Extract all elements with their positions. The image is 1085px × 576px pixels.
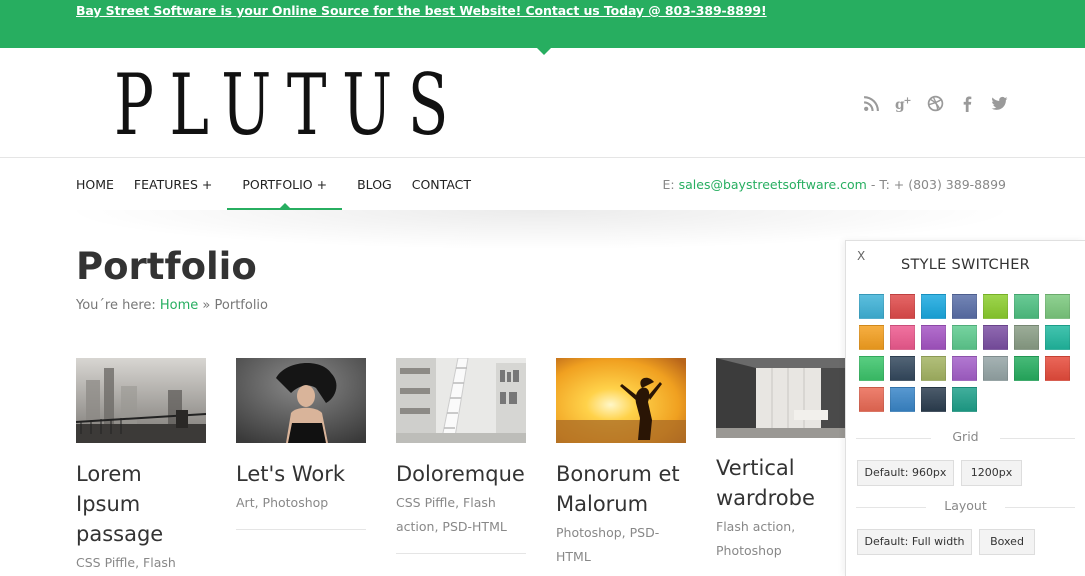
nav-item-portfolio[interactable]: PORTFOLIO + xyxy=(227,158,342,210)
portfolio-item-title[interactable]: Lorem Ipsum passage xyxy=(76,459,176,549)
portfolio-item: Lorem Ipsum passage CSS Piffle, Flash xyxy=(76,358,206,575)
grid-section-label: Grid xyxy=(856,429,1075,449)
contact-prefix: E: xyxy=(662,177,679,192)
top-announcement-bar: Bay Street Software is your Online Sourc… xyxy=(0,0,1085,55)
portfolio-item-title[interactable]: Vertical wardrobe xyxy=(716,453,846,513)
facebook-icon[interactable] xyxy=(956,92,978,114)
page-title: Portfolio xyxy=(76,245,257,288)
contact-info: E: sales@baystreetsoftware.com - T: + (8… xyxy=(663,177,1006,192)
portfolio-item-title[interactable]: Doloremque xyxy=(396,459,526,489)
svg-text:+: + xyxy=(903,95,911,106)
grid-1200-button[interactable]: 1200px xyxy=(961,460,1022,486)
nav-item-blog[interactable]: BLOG xyxy=(342,158,402,210)
rss-icon[interactable] xyxy=(860,92,882,114)
portfolio-item-categories: CSS Piffle, Flash xyxy=(76,555,176,570)
google-plus-icon[interactable]: g + xyxy=(892,92,914,114)
color-swatch[interactable] xyxy=(890,294,915,319)
color-swatch[interactable] xyxy=(921,387,946,412)
color-swatch[interactable] xyxy=(952,294,977,319)
color-swatch[interactable] xyxy=(1014,325,1039,350)
portfolio-item-title[interactable]: Bonorum et Malorum xyxy=(556,459,686,519)
color-swatch[interactable] xyxy=(921,356,946,381)
color-swatch[interactable] xyxy=(921,325,946,350)
email-link[interactable]: sales@baystreetsoftware.com xyxy=(679,177,867,192)
portfolio-item: Bonorum et Malorum Photoshop, PSD-HTML xyxy=(556,358,686,569)
portfolio-item-title[interactable]: Let's Work xyxy=(236,459,366,489)
item-divider xyxy=(236,529,366,530)
twitter-icon[interactable] xyxy=(988,92,1010,114)
grid-default-button[interactable]: Default: 960px xyxy=(857,460,954,486)
color-swatches xyxy=(859,294,1070,412)
color-swatch[interactable] xyxy=(859,356,884,381)
color-swatch[interactable] xyxy=(890,387,915,412)
portfolio-thumbnail-wardrobe[interactable] xyxy=(716,358,846,438)
style-switcher-title: STYLE SWITCHER xyxy=(900,257,1031,273)
breadcrumb-home-link[interactable]: Home xyxy=(160,298,198,313)
color-swatch[interactable] xyxy=(1014,356,1039,381)
nav-item-features[interactable]: FEATURES + xyxy=(124,158,227,210)
color-swatch[interactable] xyxy=(952,387,977,412)
color-swatch[interactable] xyxy=(983,294,1008,319)
portfolio-item: Doloremque CSS Piffle, Flash action, PSD… xyxy=(396,358,526,554)
color-swatch[interactable] xyxy=(952,356,977,381)
layout-label: Layout xyxy=(944,498,987,513)
color-swatch[interactable] xyxy=(1045,294,1070,319)
portfolio-item-categories: Flash action, Photoshop xyxy=(716,519,796,558)
color-swatch[interactable] xyxy=(921,294,946,319)
layout-boxed-button[interactable]: Boxed xyxy=(979,529,1035,555)
social-links: g + xyxy=(860,92,1010,114)
portfolio-item-categories: CSS Piffle, Flash action, PSD-HTML xyxy=(396,495,507,534)
site-logo[interactable]: PLUTUS xyxy=(108,54,478,154)
nav-item-contact[interactable]: CONTACT xyxy=(402,158,481,210)
layout-section-label: Layout xyxy=(856,498,1075,518)
portfolio-thumbnail-city[interactable] xyxy=(76,358,206,443)
grid-label: Grid xyxy=(952,429,979,444)
breadcrumb-current: Portfolio xyxy=(214,298,268,313)
color-swatch[interactable] xyxy=(1045,356,1070,381)
portfolio-item: Let's Work Art, Photoshop xyxy=(236,358,366,530)
portfolio-item: Vertical wardrobe Flash action, Photosho… xyxy=(716,358,846,563)
portfolio-item-categories: Art, Photoshop xyxy=(236,495,329,510)
portfolio-item-categories: Photoshop, PSD-HTML xyxy=(556,525,660,564)
color-swatch[interactable] xyxy=(859,294,884,319)
breadcrumb-prefix: You´re here: xyxy=(76,298,160,313)
breadcrumb-separator: » xyxy=(198,298,215,313)
color-swatch[interactable] xyxy=(859,325,884,350)
layout-full-width-button[interactable]: Default: Full width xyxy=(857,529,972,555)
nav-item-home[interactable]: HOME xyxy=(66,158,124,210)
dribbble-icon[interactable] xyxy=(924,92,946,114)
color-swatch[interactable] xyxy=(983,325,1008,350)
breadcrumb: You´re here: Home » Portfolio xyxy=(76,298,268,313)
portfolio-thumbnail-sunset[interactable] xyxy=(556,358,686,443)
style-switcher-panel: X STYLE SWITCHER Grid Default: 960px 120… xyxy=(845,240,1085,576)
color-swatch[interactable] xyxy=(859,387,884,412)
color-swatch[interactable] xyxy=(952,325,977,350)
color-swatch[interactable] xyxy=(1045,325,1070,350)
color-swatch[interactable] xyxy=(1014,294,1039,319)
main-navigation: HOME FEATURES + PORTFOLIO + BLOG CONTACT… xyxy=(0,158,1085,210)
color-swatch[interactable] xyxy=(890,325,915,350)
item-divider xyxy=(396,553,526,554)
announcement-link[interactable]: Bay Street Software is your Online Sourc… xyxy=(76,3,767,18)
phone-text: - T: + (803) 389-8899 xyxy=(866,177,1006,192)
color-swatch[interactable] xyxy=(890,356,915,381)
svg-text:PLUTUS: PLUTUS xyxy=(114,56,464,154)
color-swatch[interactable] xyxy=(983,356,1008,381)
portfolio-thumbnail-shelves[interactable] xyxy=(396,358,526,443)
site-header: PLUTUS g + xyxy=(0,48,1085,158)
portfolio-thumbnail-woman[interactable] xyxy=(236,358,366,443)
